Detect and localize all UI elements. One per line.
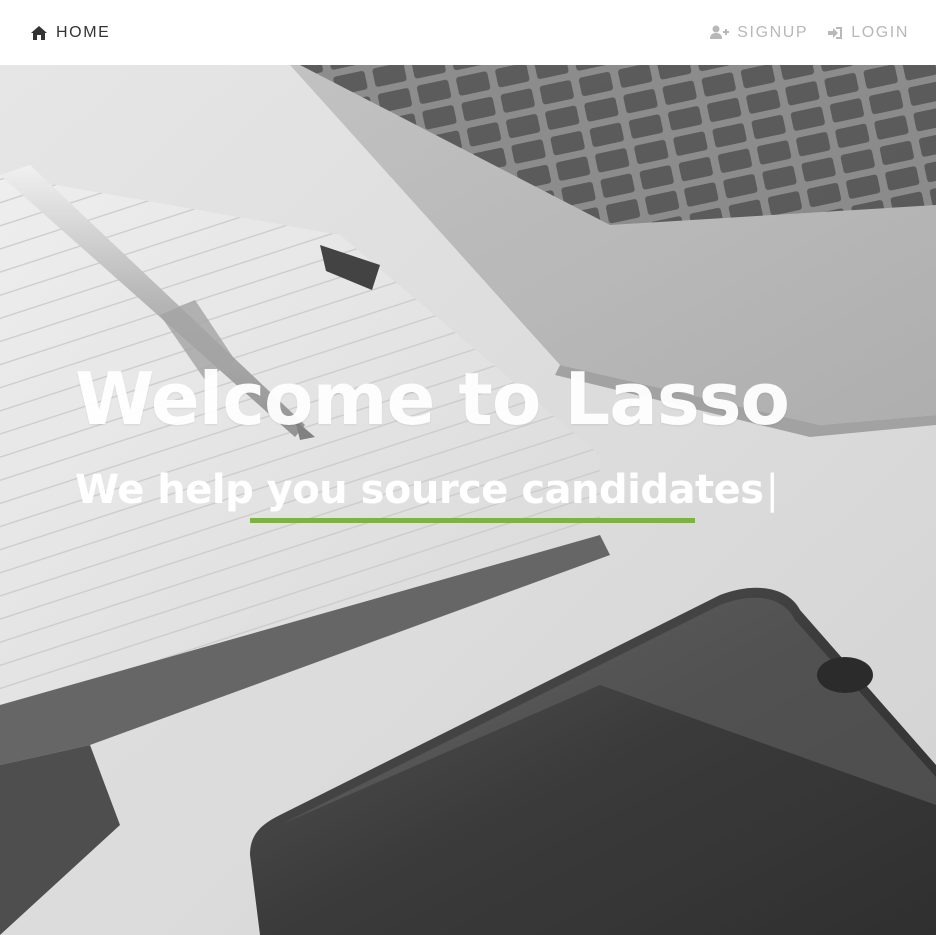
nav-login-label: LOGIN	[851, 23, 909, 41]
hero-subtitle-row: We help you source candidates |	[75, 467, 779, 513]
nav-home-label: HOME	[56, 23, 111, 41]
user-plus-icon	[710, 25, 730, 40]
typing-cursor: |	[765, 467, 779, 513]
nav-auth-links: SIGNUP LOGIN	[710, 24, 909, 42]
hero-title: Welcome to Lasso	[75, 357, 790, 441]
hero-subtitle: We help you source candidates	[75, 467, 764, 513]
home-icon	[30, 25, 48, 41]
nav-signup-label: SIGNUP	[737, 23, 809, 41]
top-navbar: HOME SIGNUP LOGIN	[0, 0, 936, 65]
nav-home-link[interactable]: HOME	[30, 24, 110, 42]
sign-in-icon	[828, 26, 843, 40]
subtitle-accent-underline	[250, 518, 695, 523]
nav-signup-link[interactable]: SIGNUP	[710, 24, 808, 42]
nav-login-link[interactable]: LOGIN	[828, 24, 909, 42]
hero-section: Welcome to Lasso We help you source cand…	[0, 65, 936, 935]
